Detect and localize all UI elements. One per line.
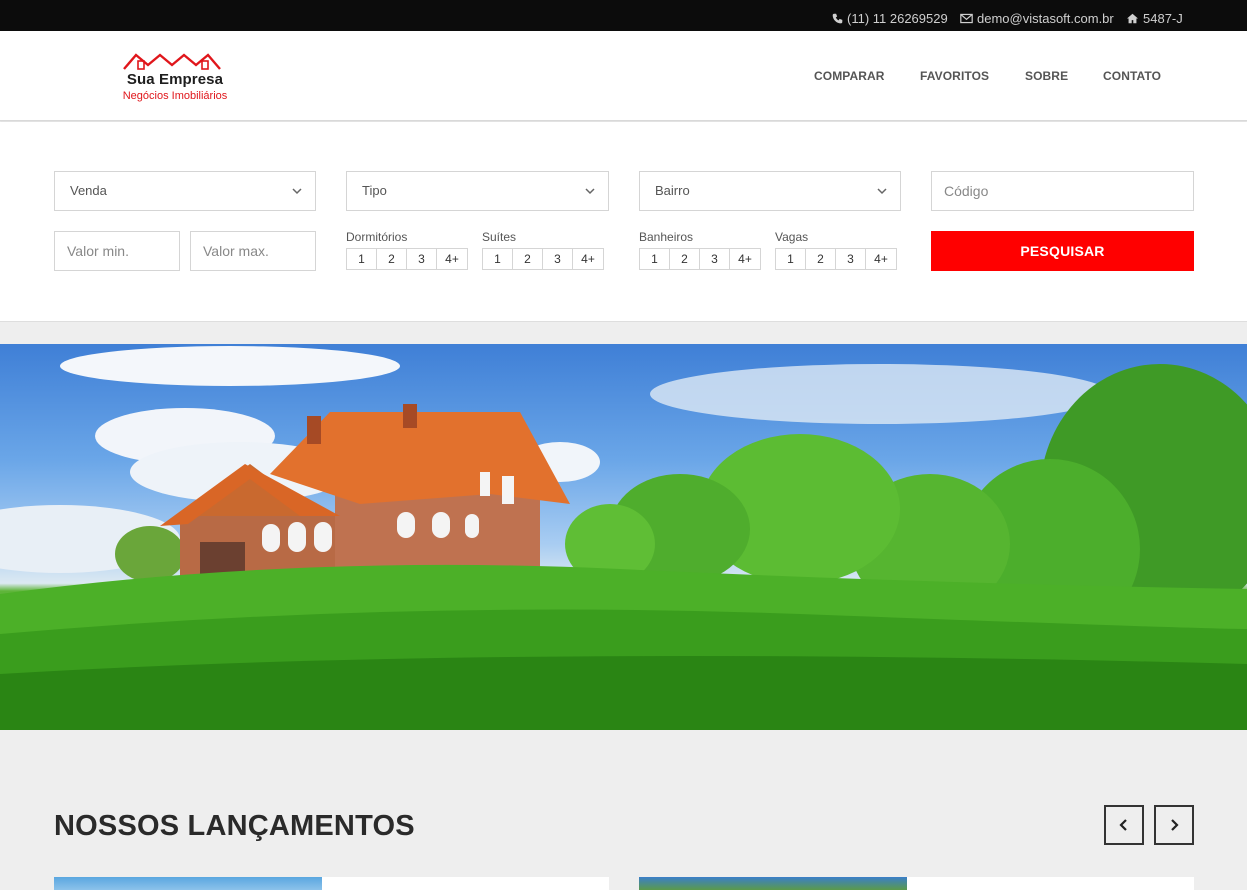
suites-label: Suítes [482,230,517,244]
chevron-down-icon [585,188,595,195]
dormitorios-label: Dormitórios [346,230,408,244]
suites-selector: 1 2 3 4+ [482,248,604,270]
valor-min-input[interactable] [54,231,180,271]
bairro-value: Bairro [655,183,690,198]
section-title: NOSSOS LANÇAMENTOS [54,810,415,842]
launch-card-image [639,877,907,890]
vagas-label: Vagas [775,230,809,244]
email-text: demo@vistasoft.com.br [977,11,1114,26]
launch-card-image [54,877,322,890]
vagas-option[interactable]: 3 [836,249,866,269]
tipo-select[interactable]: Tipo [346,171,609,211]
company-logo[interactable]: Sua Empresa Negócios Imobiliários [116,51,234,105]
launch-card[interactable] [54,877,609,890]
dormitorios-option[interactable]: 2 [377,249,407,269]
top-contact-bar: (11) 11 26269529 demo@vistasoft.com.br 5… [0,0,1247,31]
hero-landscape [0,346,1247,730]
creci-text: 5487-J [1143,11,1183,26]
suites-option[interactable]: 4+ [573,249,603,269]
home-icon [1127,13,1138,24]
suites-option[interactable]: 3 [543,249,573,269]
bairro-select[interactable]: Bairro [639,171,901,211]
banheiros-selector: 1 2 3 4+ [639,248,761,270]
site-header: Sua Empresa Negócios Imobiliários COMPAR… [0,31,1247,121]
dormitorios-selector: 1 2 3 4+ [346,248,468,270]
phone-icon [832,13,843,24]
chevron-right-icon [1171,819,1179,831]
tipo-value: Tipo [362,183,387,198]
vagas-option[interactable]: 1 [776,249,806,269]
finalidade-select[interactable]: Venda [54,171,316,211]
banheiros-option[interactable]: 2 [670,249,700,269]
nav-item-contato[interactable]: CONTATO [1103,69,1161,83]
email-contact[interactable]: demo@vistasoft.com.br [960,0,1114,31]
banheiros-option[interactable]: 1 [640,249,670,269]
codigo-input[interactable] [931,171,1194,211]
vagas-option[interactable]: 4+ [866,249,896,269]
phone-text: (11) 11 26269529 [847,11,948,26]
dormitorios-option[interactable]: 3 [407,249,437,269]
vagas-selector: 1 2 3 4+ [775,248,897,270]
dormitorios-option[interactable]: 4+ [437,249,467,269]
logo-tagline: Negócios Imobiliários [122,90,228,102]
vagas-option[interactable]: 2 [806,249,836,269]
envelope-icon [960,13,973,24]
property-search-panel: Venda Tipo Bairro Dormitórios 1 2 3 4+ S… [0,122,1247,322]
carousel-next-button[interactable] [1154,805,1194,845]
chevron-down-icon [292,188,302,195]
finalidade-value: Venda [70,183,107,198]
banheiros-label: Banheiros [639,230,694,244]
hero-banner-image [0,344,1247,730]
phone-contact[interactable]: (11) 11 26269529 [832,0,948,31]
banheiros-option[interactable]: 3 [700,249,730,269]
nav-item-favoritos[interactable]: FAVORITOS [920,69,989,83]
nav-item-comparar[interactable]: COMPARAR [814,69,885,83]
chevron-left-icon [1119,819,1127,831]
search-button[interactable]: PESQUISAR [931,231,1194,271]
nav-item-sobre[interactable]: SOBRE [1025,69,1068,83]
suites-option[interactable]: 1 [483,249,513,269]
banheiros-option[interactable]: 4+ [730,249,760,269]
dormitorios-option[interactable]: 1 [347,249,377,269]
suites-option[interactable]: 2 [513,249,543,269]
carousel-prev-button[interactable] [1104,805,1144,845]
creci-info: 5487-J [1126,0,1183,31]
chevron-down-icon [877,188,887,195]
valor-max-input[interactable] [190,231,316,271]
roof-logo-icon [123,53,221,70]
logo-name: Sua Empresa [126,71,224,88]
launch-card[interactable] [639,877,1194,890]
